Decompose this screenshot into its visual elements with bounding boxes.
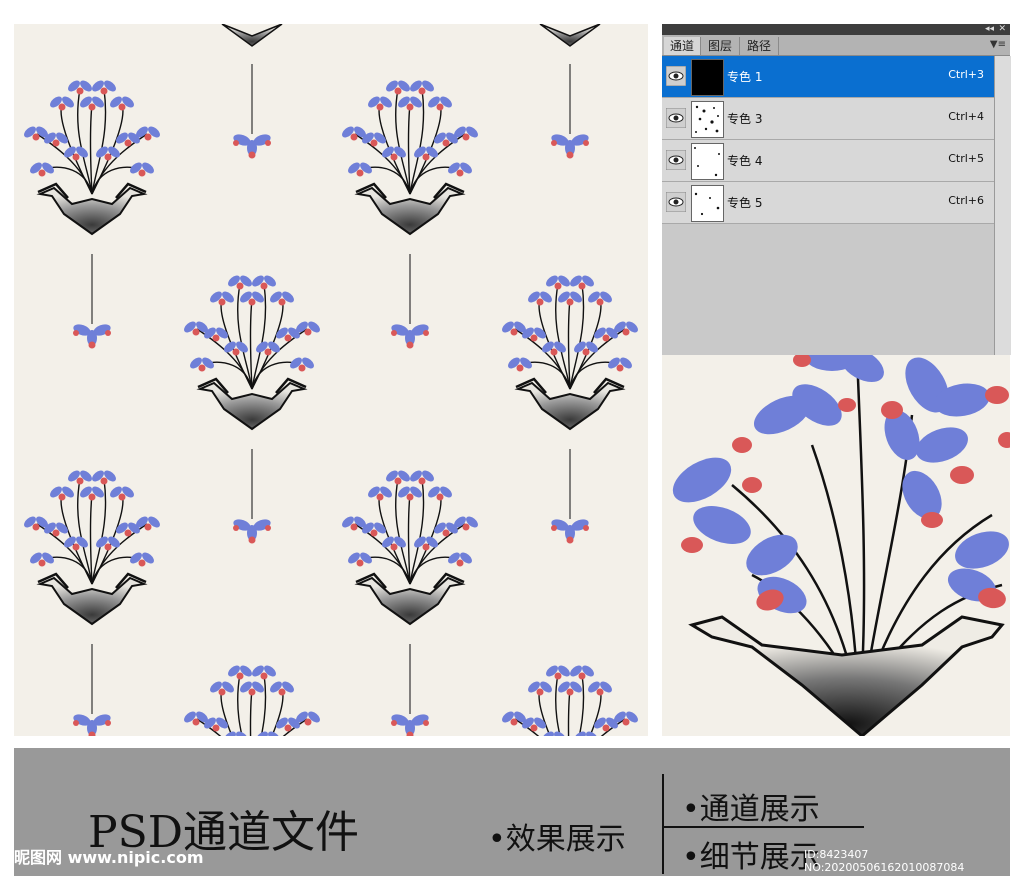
channel-shortcut: Ctrl+5: [948, 152, 984, 165]
caption-channels: •通道展示: [682, 792, 820, 827]
channel-thumbnail: [691, 101, 724, 138]
channel-shortcut: Ctrl+4: [948, 110, 984, 123]
eye-icon[interactable]: [666, 66, 686, 86]
channel-row[interactable]: 专色 1 Ctrl+3: [662, 56, 994, 98]
pattern-preview: [14, 24, 648, 736]
channel-shortcut: Ctrl+6: [948, 194, 984, 207]
channels-panel: ◂◂ ✕ 通道 图层 路径 ▼≡ 专色 1 Ctrl+3 专色 3 Ctrl+4…: [662, 24, 1011, 355]
watermark-id: ID:8423407 NO:20200506162010087084: [804, 848, 965, 874]
channel-name: 专色 3: [727, 112, 763, 126]
channel-name: 专色 5: [727, 196, 763, 210]
tab-paths[interactable]: 路径: [740, 37, 779, 55]
watermark-site: 昵图网 www.nipic.com: [14, 848, 204, 867]
close-icon[interactable]: ✕: [998, 23, 1006, 35]
eye-icon[interactable]: [666, 108, 686, 128]
channel-thumbnail: [691, 185, 724, 222]
channel-name: 专色 4: [727, 154, 763, 168]
channel-shortcut: Ctrl+3: [948, 68, 984, 81]
tab-layers[interactable]: 图层: [701, 37, 740, 55]
caption-banner: PSD通道文件 •效果展示 •通道展示 •细节展示 昵图网 www.nipic.…: [14, 748, 1010, 876]
detail-zoom-image: [662, 355, 1010, 736]
channel-thumbnail: [691, 59, 724, 96]
caption-effect: •效果展示: [488, 822, 626, 857]
double-chevron-icon[interactable]: ◂◂: [985, 23, 994, 35]
panel-scrollbar[interactable]: [994, 56, 1011, 355]
panel-menu-icon[interactable]: ▼≡: [990, 37, 1006, 53]
bouquet-detail-image: [672, 355, 1010, 736]
channel-name: 专色 1: [727, 70, 763, 84]
panel-tabs: 通道 图层 路径 ▼≡: [662, 35, 1010, 56]
floral-pattern-image: [20, 24, 642, 736]
panel-title-bar: ◂◂ ✕: [662, 24, 1010, 35]
channel-row[interactable]: 专色 3 Ctrl+4: [662, 98, 994, 140]
channel-row[interactable]: 专色 4 Ctrl+5: [662, 140, 994, 182]
channel-row[interactable]: 专色 5 Ctrl+6: [662, 182, 994, 224]
caption-details: •细节展示: [682, 840, 820, 875]
caption-divider: [662, 774, 664, 874]
tab-channels[interactable]: 通道: [664, 37, 701, 55]
eye-icon[interactable]: [666, 150, 686, 170]
eye-icon[interactable]: [666, 192, 686, 212]
channel-thumbnail: [691, 143, 724, 180]
